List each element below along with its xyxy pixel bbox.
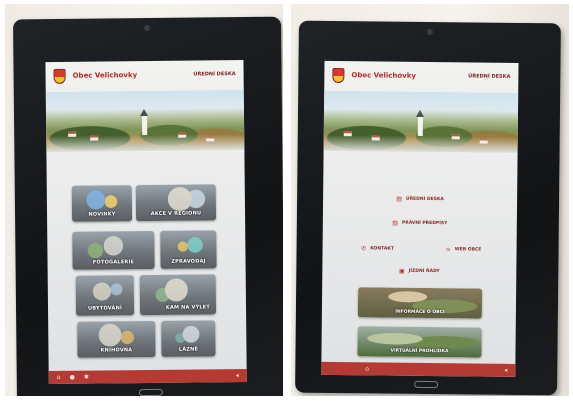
menu-item-label: PRÁVNÍ PŘEDPISY xyxy=(401,220,448,227)
top-bar: Obec Velichovky ÚŘEDNÍ DESKA xyxy=(324,61,518,91)
top-bar: Obec Velichovky ÚŘEDNÍ DESKA xyxy=(45,60,243,90)
bottom-bar: ⌂ ● ✱ ◂ xyxy=(48,368,247,385)
home-icon[interactable]: ⌂ xyxy=(57,374,61,381)
panorama-fade xyxy=(46,133,245,155)
tile-accommodation-label: UBYTOVÁNÍ xyxy=(87,305,123,312)
settings-icon[interactable]: ✱ xyxy=(84,374,89,381)
camera-lens xyxy=(426,28,433,36)
hardware-home-key xyxy=(138,388,163,396)
tile-accommodation[interactable]: UBYTOVÁNÍ xyxy=(75,275,135,316)
menu-item-label: ÚŘEDNÍ DESKA xyxy=(405,196,444,203)
camera-lens xyxy=(144,24,151,32)
tile-trips-label: KAM NA VÝLET xyxy=(165,304,211,311)
tile-regional-events-label: AKCE V REGIONU xyxy=(150,210,202,217)
tile-photo-gallery-label: FOTOGALERIE xyxy=(92,259,135,266)
menu-item-timetables[interactable]: ▣ JÍZDNÍ ŘÁDY xyxy=(322,267,516,276)
church-tower xyxy=(417,115,423,136)
tile-spa[interactable]: LÁZNĚ xyxy=(161,320,216,357)
menu-item-label: WEB OBCE xyxy=(454,247,482,253)
panorama-fade xyxy=(323,134,518,155)
tile-library-label: KNIHOVNA xyxy=(100,347,133,354)
hardware-home-key xyxy=(414,380,439,389)
back-icon[interactable]: ◂ xyxy=(236,372,239,379)
info-icon[interactable]: ● xyxy=(70,374,75,381)
kiosk-screen: Obec Velichovky ÚŘEDNÍ DESKA NOVINKY AKC… xyxy=(45,60,247,385)
bus-icon: ▣ xyxy=(398,267,405,275)
kiosk-bezel: Obec Velichovky ÚŘEDNÍ DESKA NOVINKY AKC… xyxy=(12,16,283,396)
tile-regional-events[interactable]: AKCE V REGIONU xyxy=(135,184,217,222)
kiosk-bezel: Obec Velichovky ÚŘEDNÍ DESKA ▤ ÚŘEDNÍ DE… xyxy=(295,20,561,396)
photo-kiosk-menu: Obec Velichovky ÚŘEDNÍ DESKA ▤ ÚŘEDNÍ DE… xyxy=(291,4,569,396)
photo-kiosk-home: Obec Velichovky ÚŘEDNÍ DESKA NOVINKY AKC… xyxy=(5,4,283,396)
tile-library[interactable]: KNIHOVNA xyxy=(77,320,156,358)
coat-of-arms-icon xyxy=(53,68,66,84)
town-name: Obec Velichovky xyxy=(72,71,138,80)
tile-photo-gallery[interactable]: FOTOGALERIE xyxy=(72,230,155,270)
bottom-bar: ⌂ ◂ xyxy=(321,361,516,377)
banner-virtual-tour-label: VIRTUÁLNÍ PROHLÍDKA xyxy=(390,348,449,355)
phone-icon: ✆ xyxy=(361,245,367,253)
church-tower xyxy=(142,115,148,136)
document-icon: ▤ xyxy=(396,195,402,203)
banner-virtual-tour[interactable]: VIRTUÁLNÍ PROHLÍDKA xyxy=(357,326,482,358)
coat-of-arms-icon xyxy=(332,67,345,83)
home-icon[interactable]: ⌂ xyxy=(365,365,369,372)
menu-item-official-board[interactable]: ▤ ÚŘEDNÍ DESKA xyxy=(323,195,517,204)
tile-news[interactable]: NOVINKY xyxy=(71,185,133,222)
kiosk-screen: Obec Velichovky ÚŘEDNÍ DESKA ▤ ÚŘEDNÍ DE… xyxy=(321,60,519,377)
tile-spa-label: LÁZNĚ xyxy=(178,346,199,353)
official-board-link[interactable]: ÚŘEDNÍ DESKA xyxy=(193,71,235,77)
town-name: Obec Velichovky xyxy=(351,71,417,80)
link-icon: ∞ xyxy=(445,246,451,254)
tile-newsletter-label: ZPRAVODAJ xyxy=(171,258,206,265)
law-icon: ▤ xyxy=(392,219,398,227)
menu-item-legal-regulations[interactable]: ▤ PRÁVNÍ PŘEDPISY xyxy=(323,219,517,228)
official-board-link[interactable]: ÚŘEDNÍ DESKA xyxy=(468,73,510,79)
banner-town-info-label: INFORMACE O OBCI xyxy=(395,309,445,316)
tile-trips[interactable]: KAM NA VÝLET xyxy=(139,274,217,316)
back-icon[interactable]: ◂ xyxy=(504,367,507,374)
menu-item-town-website[interactable]: ∞ WEB OBCE xyxy=(367,245,519,254)
tile-news-label: NOVINKY xyxy=(88,211,116,218)
tile-newsletter[interactable]: ZPRAVODAJ xyxy=(160,230,217,269)
banner-town-info[interactable]: INFORMACE O OBCI xyxy=(357,287,483,319)
menu-item-label: JÍZDNÍ ŘÁDY xyxy=(408,268,440,275)
